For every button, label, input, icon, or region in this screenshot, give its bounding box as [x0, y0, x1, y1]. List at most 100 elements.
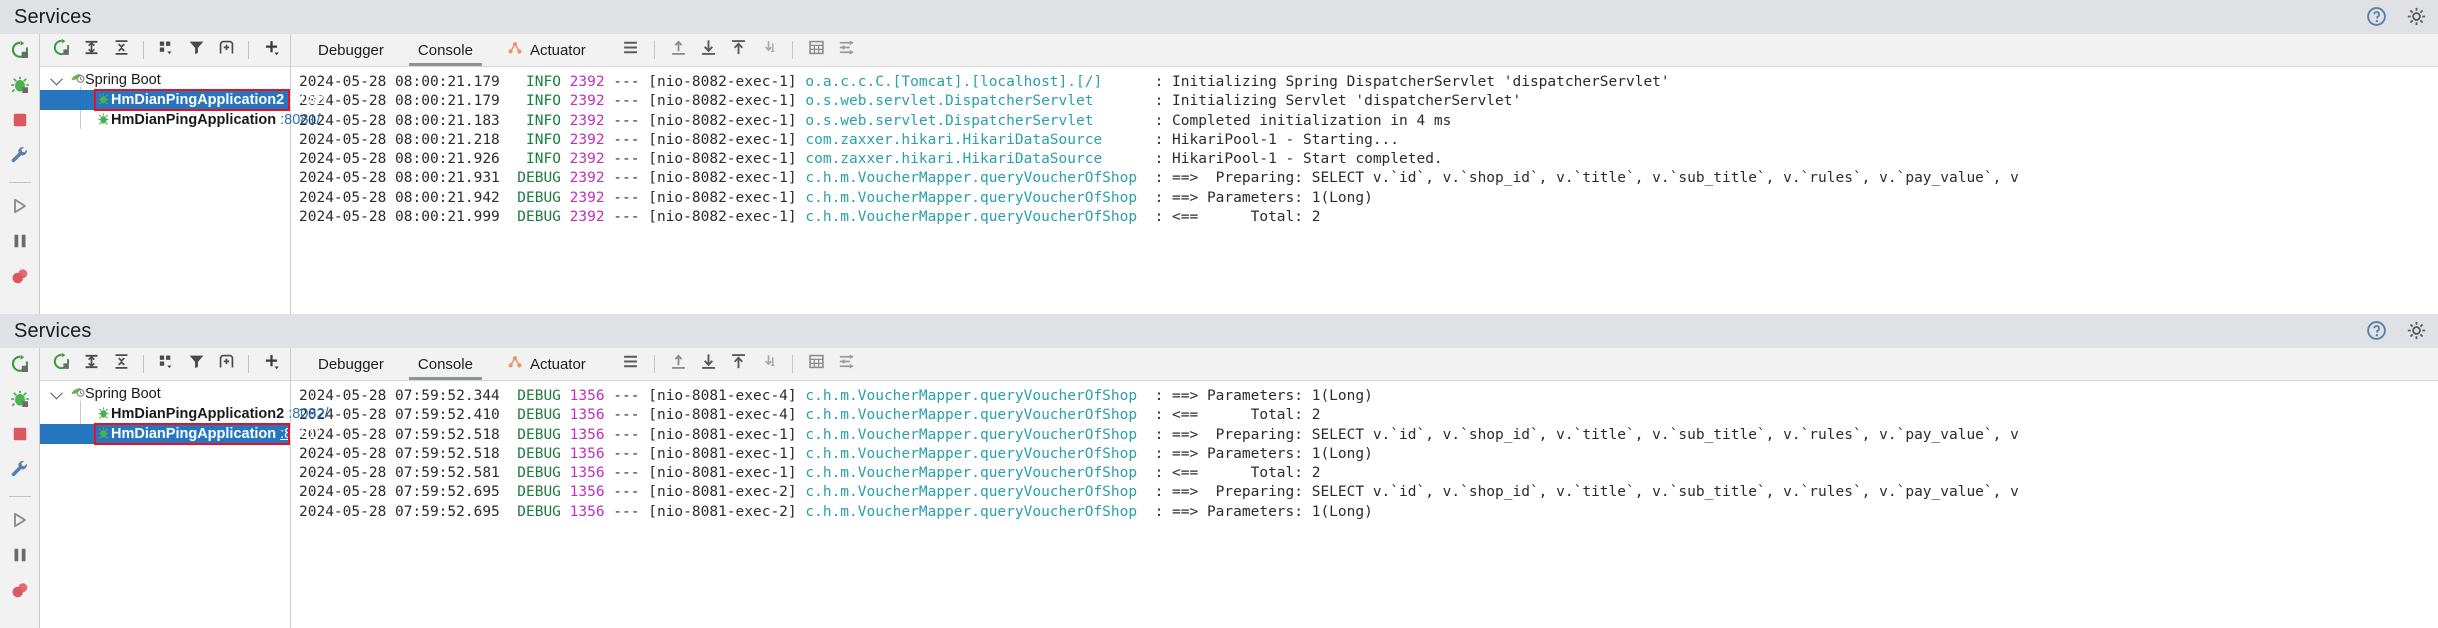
- console-up-stack-button[interactable]: [665, 37, 692, 64]
- tree-collapse-all-button[interactable]: [108, 351, 134, 377]
- collapse-all-icon: [112, 352, 131, 376]
- group-icon: [157, 352, 176, 376]
- console-settings-lines-button[interactable]: [833, 37, 860, 64]
- settings-button[interactable]: [2406, 320, 2428, 342]
- rail-record-button[interactable]: [7, 265, 33, 291]
- log-thread: [nio-8082-exec-1]: [648, 112, 797, 129]
- help-button[interactable]: [2366, 6, 2388, 28]
- toolbar-separator: [143, 355, 144, 373]
- rail-rerun-button[interactable]: [7, 353, 33, 379]
- console-output[interactable]: 2024-05-28 08:00:21.179 INFO 2392 --- [n…: [291, 67, 2438, 314]
- tab-label: Actuator: [529, 41, 586, 59]
- settings-button[interactable]: [2406, 6, 2428, 28]
- tree-filter-button[interactable]: [183, 351, 209, 377]
- console-scroll-to-end-button[interactable]: [695, 37, 722, 64]
- tree-group-button[interactable]: [153, 37, 179, 63]
- log-logger: c.h.m.VoucherMapper.queryVoucherOfShop: [805, 503, 1138, 520]
- stop-icon: [10, 424, 30, 449]
- application-port-link[interactable]: :8081/: [280, 112, 320, 128]
- console-up-stack-button[interactable]: [665, 351, 692, 378]
- rail-resume-button[interactable]: [7, 195, 33, 221]
- rail-rerun-button[interactable]: [7, 39, 33, 65]
- tree-item-application[interactable]: HmDianPingApplication2 :8082/: [40, 90, 329, 110]
- tree-add-button[interactable]: [258, 37, 284, 63]
- rail-pause-button[interactable]: [7, 544, 33, 570]
- tree-add-tab-button[interactable]: [213, 351, 239, 377]
- log-level: INFO: [526, 112, 561, 129]
- tab-console[interactable]: Console: [401, 348, 490, 380]
- tab-console[interactable]: Console: [401, 34, 490, 66]
- tree-item-application[interactable]: HmDianPingApplication2 :8082/: [40, 404, 329, 424]
- rail-pause-button[interactable]: [7, 230, 33, 256]
- tree-group-spring-boot[interactable]: Spring Boot: [40, 384, 290, 404]
- console-scroll-to-top-button[interactable]: [725, 37, 752, 64]
- console-output[interactable]: 2024-05-28 07:59:52.344 DEBUG 1356 --- […: [291, 381, 2438, 628]
- console-scroll-to-top-button[interactable]: [725, 351, 752, 378]
- log-pid: 2392: [569, 112, 605, 129]
- tree-item-application[interactable]: HmDianPingApplication :8081/: [40, 110, 320, 130]
- up-stack-icon: [669, 352, 688, 376]
- log-message: : ==> Preparing: SELECT v.`id`, v.`shop_…: [1154, 426, 2019, 443]
- log-message: : Initializing Spring DispatcherServlet …: [1154, 74, 1670, 90]
- tree-filter-button[interactable]: [183, 37, 209, 63]
- console-hamburger-menu-button[interactable]: [617, 37, 644, 64]
- tab-actuator[interactable]: Actuator: [490, 348, 603, 380]
- rail-record-button[interactable]: [7, 579, 33, 605]
- application-port-link[interactable]: :8082/: [288, 92, 328, 108]
- scroll-to-top-icon: [729, 352, 748, 376]
- log-line: 2024-05-28 07:59:52.518 DEBUG 1356 --- […: [299, 445, 1373, 462]
- tree-refresh-button[interactable]: [48, 37, 74, 63]
- log-pid: 1356: [569, 484, 605, 501]
- rail-stop-button[interactable]: [7, 109, 33, 135]
- log-logger: c.h.m.VoucherMapper.queryVoucherOfShop: [805, 426, 1138, 443]
- log-timestamp: 2024-05-28 07:59:52.518: [299, 445, 500, 462]
- print-icon: [807, 352, 826, 376]
- rail-resume-button[interactable]: [7, 509, 33, 535]
- toolbar-separator: [791, 355, 793, 373]
- tree-collapse-all-button[interactable]: [108, 37, 134, 63]
- chevron-down-icon[interactable]: [50, 72, 63, 86]
- console-print-button[interactable]: [803, 37, 830, 64]
- tree-add-button[interactable]: [258, 351, 284, 377]
- log-line: 2024-05-28 08:00:21.218 INFO 2392 --- [n…: [299, 131, 1400, 148]
- tree-toolbar: [40, 348, 290, 381]
- help-button[interactable]: [2366, 320, 2388, 342]
- filter-icon: [187, 352, 206, 376]
- resume-icon: [10, 196, 30, 221]
- tab-debugger[interactable]: Debugger: [301, 348, 401, 380]
- log-thread: [nio-8081-exec-4]: [648, 407, 797, 424]
- log-level: DEBUG: [517, 445, 561, 462]
- tree-expand-all-button[interactable]: [78, 37, 104, 63]
- rail-wrench-button[interactable]: [7, 458, 33, 484]
- console-print-button[interactable]: [803, 351, 830, 378]
- console-settings-lines-button[interactable]: [833, 351, 860, 378]
- rail-debug-button[interactable]: [7, 74, 33, 100]
- console-soft-wrap-button[interactable]: [755, 37, 782, 64]
- spring-leaf-icon: [70, 385, 85, 404]
- chevron-down-icon[interactable]: [50, 386, 63, 400]
- console-scroll-to-end-button[interactable]: [695, 351, 722, 378]
- console-soft-wrap-button[interactable]: [755, 351, 782, 378]
- tree-refresh-button[interactable]: [48, 351, 74, 377]
- tab-debugger[interactable]: Debugger: [301, 34, 401, 66]
- toolbar-separator: [248, 41, 249, 59]
- log-level: DEBUG: [517, 170, 561, 187]
- tab-actuator[interactable]: Actuator: [490, 34, 603, 66]
- refresh-icon: [52, 352, 71, 376]
- console-column: Debugger Console Actuator 2024-05-28 08:…: [291, 34, 2438, 314]
- panel-body: Spring Boot HmDianPingApplication2 :8082…: [0, 348, 2438, 628]
- tree-group-spring-boot[interactable]: Spring Boot: [40, 70, 290, 90]
- tree-group-button[interactable]: [153, 351, 179, 377]
- tree-item-application[interactable]: HmDianPingApplication :8081/: [40, 424, 320, 444]
- application-port-link[interactable]: :8082/: [288, 406, 328, 422]
- tree-expand-all-button[interactable]: [78, 351, 104, 377]
- log-thread: [nio-8082-exec-1]: [648, 170, 797, 187]
- log-logger: o.s.web.servlet.DispatcherServlet: [805, 112, 1094, 129]
- rail-debug-button[interactable]: [7, 388, 33, 414]
- rail-wrench-button[interactable]: [7, 144, 33, 170]
- application-port-link[interactable]: :8081/: [280, 426, 320, 442]
- tree-add-tab-button[interactable]: [213, 37, 239, 63]
- console-hamburger-menu-button[interactable]: [617, 351, 644, 378]
- log-logger: c.h.m.VoucherMapper.queryVoucherOfShop: [805, 484, 1138, 501]
- rail-stop-button[interactable]: [7, 423, 33, 449]
